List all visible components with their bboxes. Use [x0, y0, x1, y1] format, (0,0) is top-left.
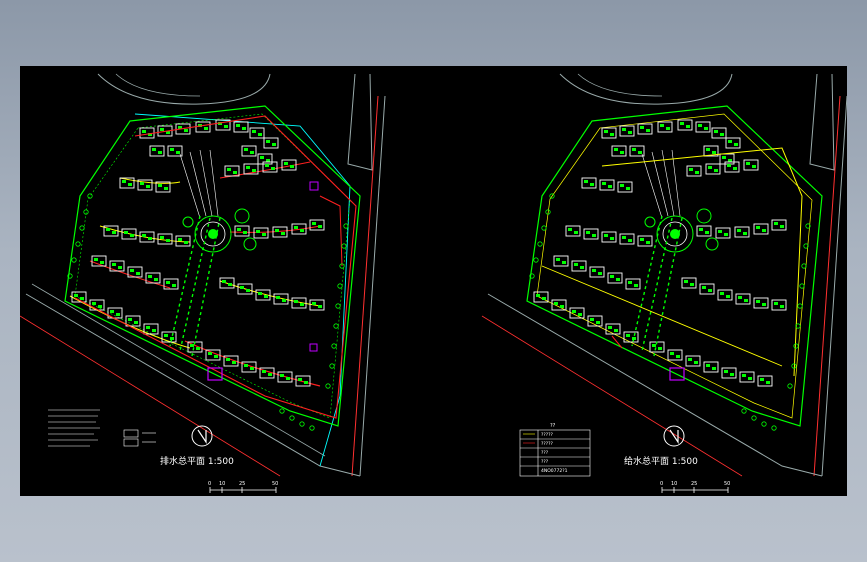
legend-item: ????? — [541, 432, 554, 438]
cad-drawing: 排水总平面 1:500 0 10 25 50 给水总平面 1:500 0 10 … — [20, 73, 847, 493]
left-scale-tick-0: 0 — [208, 481, 211, 487]
left-scale-tick-3: 50 — [272, 481, 278, 487]
left-scale-tick-2: 25 — [239, 481, 245, 487]
north-arrow-icon — [191, 425, 213, 447]
legend-item: 4NO0772?1 — [541, 468, 568, 474]
left-scale-tick-1: 10 — [219, 481, 225, 487]
right-scale-tick-3: 50 — [724, 481, 730, 487]
right-scale-tick-2: 25 — [691, 481, 697, 487]
right-scale-tick-0: 0 — [660, 481, 663, 487]
right-drawing-title: 给水总平面 1:500 — [624, 455, 698, 467]
legend-item: ??? — [541, 459, 549, 465]
cad-canvas[interactable]: 排水总平面 1:500 0 10 25 50 给水总平面 1:500 0 10 … — [20, 66, 847, 496]
left-drawing — [20, 73, 386, 493]
legend-item: ????? — [541, 441, 554, 447]
north-arrow-icon — [663, 425, 685, 447]
left-drawing-title: 排水总平面 1:500 — [160, 455, 234, 467]
right-scale-tick-1: 10 — [671, 481, 677, 487]
legend-heading: ?? — [550, 423, 556, 429]
right-drawing — [481, 73, 847, 493]
legend-item: ??? — [541, 450, 549, 456]
